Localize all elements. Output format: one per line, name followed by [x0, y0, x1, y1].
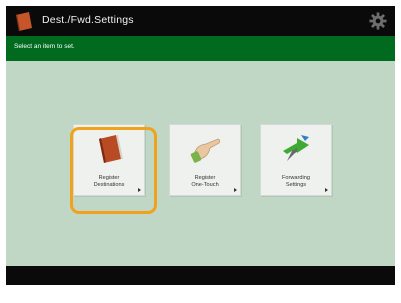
page-title: Dest./Fwd.Settings — [42, 14, 134, 26]
forwarding-arrow-icon — [283, 135, 309, 161]
forwarding-settings-button[interactable]: Forwarding Settings — [260, 124, 332, 196]
screen: Dest./Fwd.Settings Select an item to set… — [6, 6, 395, 285]
arrow-icon — [325, 188, 328, 192]
gear-icon[interactable] — [369, 12, 387, 30]
tile-label: Forwarding Settings — [282, 175, 310, 188]
title-bar: Dest./Fwd.Settings — [6, 6, 395, 36]
instruction-text: Select an item to set. — [14, 43, 75, 50]
dest-fwd-settings-icon — [16, 12, 32, 31]
tile-label: Register One-Touch — [191, 175, 219, 188]
bottom-bar — [6, 266, 395, 285]
hand-touch-icon — [190, 138, 221, 163]
instruction-bar: Select an item to set. — [6, 36, 395, 61]
selection-highlight — [70, 127, 157, 214]
register-one-touch-button[interactable]: Register One-Touch — [169, 124, 241, 196]
arrow-icon — [234, 188, 237, 192]
